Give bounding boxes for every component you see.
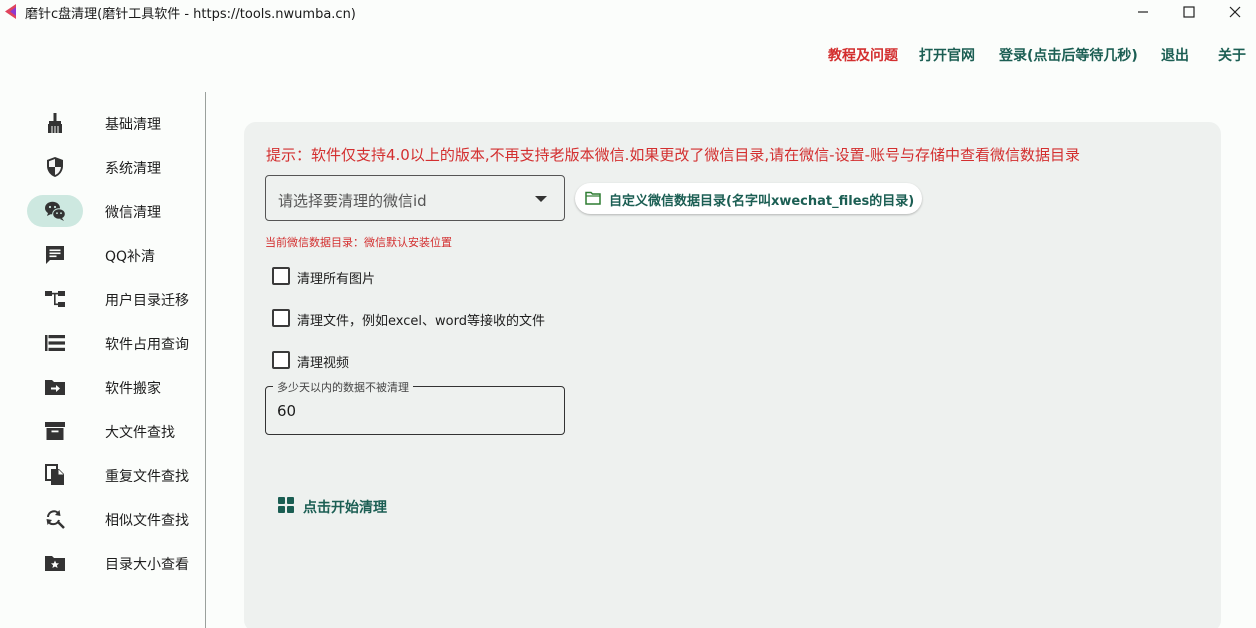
help-link[interactable]: 教程及问题 xyxy=(828,45,898,65)
official-site-link[interactable]: 打开官网 xyxy=(919,45,975,65)
checkbox-label: 清理文件，例如excel、word等接收的文件 xyxy=(297,314,545,329)
sidebar-item-wechat-clean[interactable]: 微信清理 xyxy=(27,195,197,227)
title-bar: 磨针c盘清理(磨针工具软件 - https://tools.nwumba.cn) xyxy=(0,0,1256,24)
sidebar-item-label: 重复文件查找 xyxy=(105,469,189,485)
duplicate-file-icon xyxy=(45,464,64,485)
checkbox-box[interactable] xyxy=(272,309,290,327)
sidebar-item-label: 微信清理 xyxy=(105,205,161,221)
chat-icon xyxy=(46,246,64,264)
maximize-icon xyxy=(1183,6,1195,18)
folder-star-icon xyxy=(45,556,65,571)
sidebar-item-label: 相似文件查找 xyxy=(105,513,189,529)
checkbox-box[interactable] xyxy=(272,351,290,369)
custom-dir-label: 自定义微信数据目录(名字叫xwechat_files的目录) xyxy=(609,194,915,209)
logout-link[interactable]: 退出 xyxy=(1161,45,1189,65)
start-clean-button[interactable]: 点击开始清理 xyxy=(274,492,398,520)
dropdown-caret-icon xyxy=(535,196,547,202)
days-field-label: 多少天以内的数据不被清理 xyxy=(273,379,413,395)
sidebar: 基础清理 系统清理 微信清理 QQ补清 用户目录迁移 软件占用查询 软件搬家 大… xyxy=(0,92,206,628)
about-link[interactable]: 关于 xyxy=(1218,45,1246,65)
sidebar-item-large-file-search[interactable]: 大文件查找 xyxy=(27,415,197,447)
list-icon xyxy=(45,335,65,351)
sidebar-item-software-usage[interactable]: 软件占用查询 xyxy=(27,327,197,359)
sidebar-item-label: 目录大小查看 xyxy=(105,557,189,573)
checkbox-label: 清理所有图片 xyxy=(297,272,376,287)
sidebar-item-similar-file-search[interactable]: 相似文件查找 xyxy=(27,503,197,535)
sidebar-item-user-dir-migrate[interactable]: 用户目录迁移 xyxy=(27,283,197,315)
sidebar-item-label: 系统清理 xyxy=(105,161,161,177)
start-clean-label: 点击开始清理 xyxy=(303,500,387,516)
login-link[interactable]: 登录(点击后等待几秒) xyxy=(999,45,1138,65)
sidebar-item-label: 基础清理 xyxy=(105,117,161,133)
wechat-icon xyxy=(45,201,66,221)
wechat-id-select[interactable]: 请选择要清理的微信id xyxy=(265,175,565,221)
sidebar-item-label: QQ补清 xyxy=(105,249,156,265)
sidebar-item-qq-clean[interactable]: QQ补清 xyxy=(27,239,197,271)
folder-move-icon xyxy=(45,380,65,395)
archive-icon xyxy=(45,422,65,440)
sidebar-item-label: 软件搬家 xyxy=(105,381,161,397)
custom-dir-button[interactable]: 自定义微信数据目录(名字叫xwechat_files的目录) xyxy=(575,183,922,214)
grid-icon xyxy=(278,497,294,513)
checkbox-box[interactable] xyxy=(272,267,290,285)
checkbox-label: 清理视频 xyxy=(297,356,350,371)
sidebar-item-system-clean[interactable]: 系统清理 xyxy=(27,151,197,183)
sidebar-item-duplicate-file-search[interactable]: 重复文件查找 xyxy=(27,459,197,491)
maximize-button[interactable] xyxy=(1166,0,1212,24)
search-refresh-icon xyxy=(46,510,65,529)
sidebar-item-basic-clean[interactable]: 基础清理 xyxy=(27,107,197,139)
close-button[interactable] xyxy=(1212,0,1256,24)
hint-text: 提示：软件仅支持4.0以上的版本,不再支持老版本微信.如果更改了微信目录,请在微… xyxy=(266,146,1080,164)
broom-icon xyxy=(48,113,62,133)
sidebar-item-label: 用户目录迁移 xyxy=(105,293,189,309)
tree-icon xyxy=(45,291,65,307)
close-icon xyxy=(1229,6,1241,18)
minimize-icon xyxy=(1138,11,1148,13)
sidebar-item-dir-size-view[interactable]: 目录大小查看 xyxy=(27,547,197,579)
sidebar-item-label: 大文件查找 xyxy=(105,425,175,441)
app-logo-icon xyxy=(5,4,16,19)
sidebar-item-label: 软件占用查询 xyxy=(105,337,189,353)
current-dir-text: 当前微信数据目录：微信默认安装位置 xyxy=(265,236,452,249)
shield-icon xyxy=(47,157,63,177)
top-nav: 教程及问题 打开官网 登录(点击后等待几秒) 退出 关于 xyxy=(0,45,1256,65)
minimize-button[interactable] xyxy=(1120,0,1166,24)
select-placeholder: 请选择要清理的微信id xyxy=(278,192,427,210)
days-input[interactable] xyxy=(277,402,547,420)
folder-icon xyxy=(585,191,601,205)
sidebar-item-software-move[interactable]: 软件搬家 xyxy=(27,371,197,403)
window-title: 磨针c盘清理(磨针工具软件 - https://tools.nwumba.cn) xyxy=(25,7,356,22)
